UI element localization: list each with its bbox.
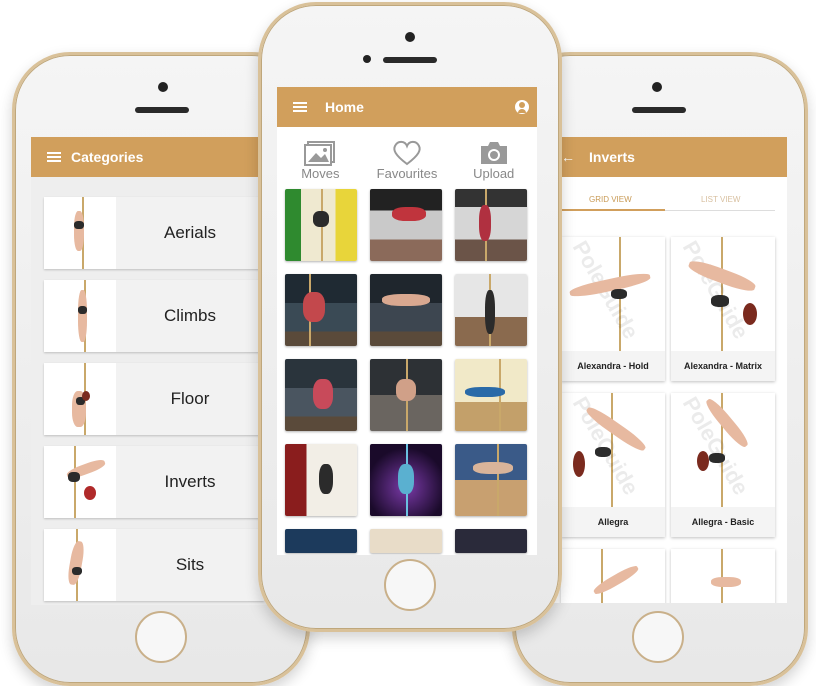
- action-bar: Moves Favourites Upload: [277, 127, 537, 185]
- move-tile[interactable]: [285, 359, 357, 431]
- moves-button[interactable]: Moves: [277, 127, 364, 185]
- upload-button[interactable]: Upload: [450, 127, 537, 185]
- move-tile[interactable]: [370, 444, 442, 516]
- move-tile[interactable]: [285, 444, 357, 516]
- move-card[interactable]: PoleGuide Allegra: [561, 393, 665, 537]
- category-item[interactable]: Inverts: [44, 446, 264, 518]
- app-bar: Categories: [31, 137, 289, 177]
- category-label: Sits: [175, 555, 205, 574]
- move-tile[interactable]: [455, 529, 527, 553]
- app-bar-title: Categories: [71, 149, 144, 165]
- move-card[interactable]: PoleGuide Alexandra - Hold: [561, 237, 665, 381]
- move-image: PoleGuide: [671, 237, 775, 351]
- move-image: [561, 549, 665, 603]
- category-thumbnail: [44, 446, 116, 518]
- app-bar: ← Inverts: [549, 137, 787, 177]
- move-tile[interactable]: [370, 189, 442, 261]
- category-thumbnail: [44, 529, 116, 601]
- menu-icon[interactable]: [293, 102, 307, 112]
- app-bar: Home: [277, 87, 537, 127]
- front-camera: [405, 32, 415, 42]
- home-button[interactable]: [135, 611, 187, 663]
- center-phone: Home Moves Favourites Upload: [258, 2, 562, 632]
- move-image: [671, 549, 775, 603]
- tab-list-view[interactable]: LIST VIEW: [701, 195, 740, 204]
- account-icon[interactable]: [515, 100, 529, 114]
- move-image: PoleGuide: [671, 393, 775, 507]
- move-caption: Allegra: [561, 507, 665, 537]
- category-label: Climbs: [164, 306, 216, 325]
- move-image: PoleGuide: [561, 393, 665, 507]
- move-tile[interactable]: [455, 274, 527, 346]
- favourites-button[interactable]: Favourites: [364, 127, 451, 185]
- move-caption: Alexandra - Hold: [561, 351, 665, 381]
- move-tile[interactable]: [370, 529, 442, 553]
- category-label: Floor: [170, 389, 210, 408]
- tab-divider: [665, 210, 775, 211]
- category-thumbnail: [44, 197, 116, 269]
- menu-icon[interactable]: [47, 152, 61, 162]
- move-caption: Alexandra - Matrix: [671, 351, 775, 381]
- category-item[interactable]: Sits: [44, 529, 264, 601]
- back-arrow-icon[interactable]: ←: [561, 149, 575, 165]
- speaker: [383, 57, 437, 63]
- center-screen: Home Moves Favourites Upload: [277, 87, 537, 555]
- move-card[interactable]: PoleGuide Allegra - Basic: [671, 393, 775, 537]
- move-caption: Allegra - Basic: [671, 507, 775, 537]
- app-bar-title: Home: [325, 99, 364, 115]
- home-button[interactable]: [632, 611, 684, 663]
- category-thumbnail: [44, 280, 116, 352]
- move-tile[interactable]: [285, 529, 357, 553]
- category-item[interactable]: Climbs: [44, 280, 264, 352]
- category-label: Aerials: [164, 223, 216, 242]
- app-bar-title: Inverts: [589, 149, 635, 165]
- upload-label: Upload: [473, 166, 515, 181]
- camera-icon: [480, 142, 507, 164]
- move-tile[interactable]: [370, 359, 442, 431]
- front-camera: [652, 82, 662, 92]
- category-label: Inverts: [164, 472, 216, 491]
- category-list: Aerials Climbs Floor Inverts Sits: [31, 177, 289, 605]
- view-tabs: GRID VIEW LIST VIEW: [549, 177, 787, 217]
- category-item[interactable]: Aerials: [44, 197, 264, 269]
- speaker: [632, 107, 686, 113]
- move-card[interactable]: [671, 549, 775, 603]
- move-tile[interactable]: [455, 444, 527, 516]
- favourites-label: Favourites: [376, 166, 438, 181]
- left-screen: Categories Aerials Climbs Floor Inverts …: [31, 137, 289, 605]
- tab-grid-view[interactable]: GRID VIEW: [589, 195, 632, 204]
- move-card[interactable]: [561, 549, 665, 603]
- move-tile[interactable]: [455, 189, 527, 261]
- active-tab-indicator: [561, 209, 665, 211]
- move-tile[interactable]: [370, 274, 442, 346]
- category-item[interactable]: Floor: [44, 363, 264, 435]
- move-tile[interactable]: [285, 274, 357, 346]
- home-button[interactable]: [384, 559, 436, 611]
- front-camera: [158, 82, 168, 92]
- move-card[interactable]: PoleGuide Alexandra - Matrix: [671, 237, 775, 381]
- move-tile[interactable]: [455, 359, 527, 431]
- moves-label: Moves: [301, 166, 340, 181]
- category-thumbnail: [44, 363, 116, 435]
- move-tile[interactable]: [285, 189, 357, 261]
- image-icon: [304, 141, 336, 166]
- speaker: [135, 107, 189, 113]
- move-image: PoleGuide: [561, 237, 665, 351]
- right-screen: ← Inverts GRID VIEW LIST VIEW PoleGuide …: [549, 137, 787, 603]
- watermark: PoleGuide: [677, 237, 754, 344]
- heart-icon: [393, 140, 421, 166]
- proximity-sensor: [363, 55, 371, 63]
